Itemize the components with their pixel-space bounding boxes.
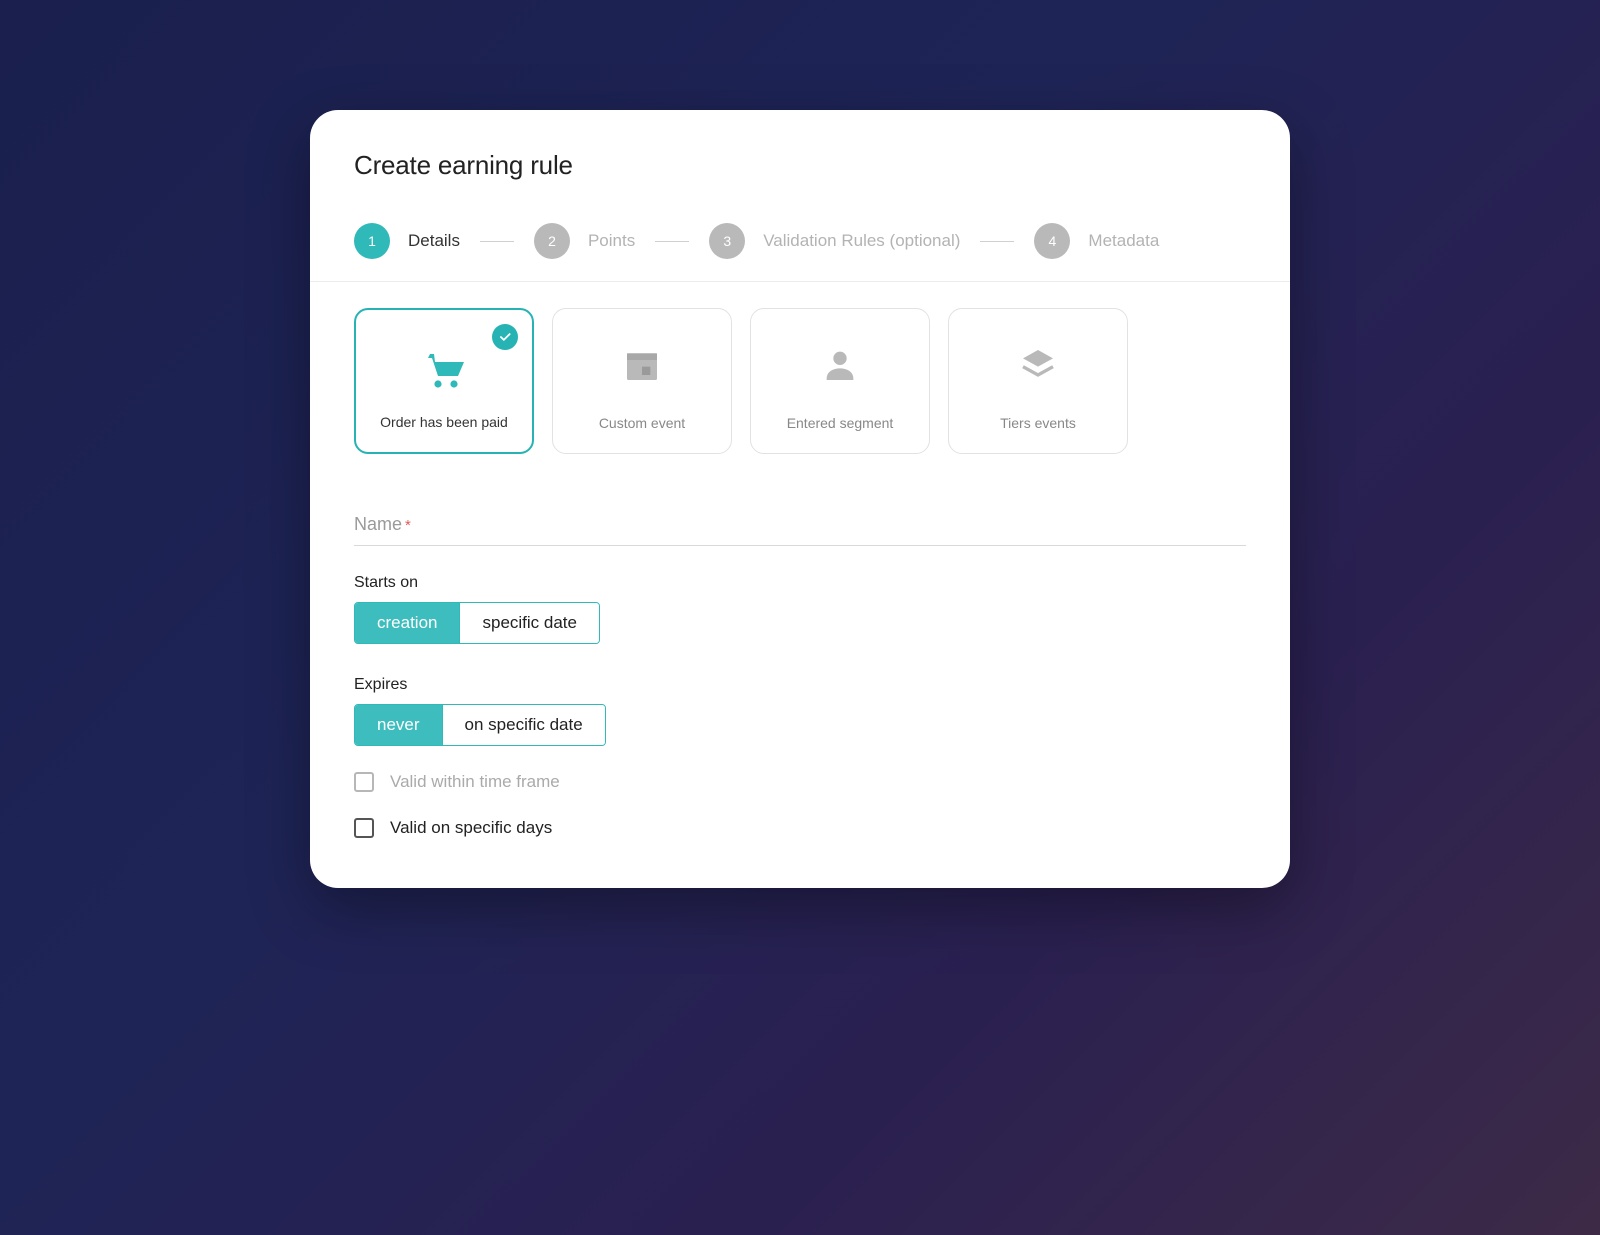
valid-time-frame-label: Valid within time frame — [390, 772, 560, 792]
name-input[interactable]: Name * — [354, 508, 1246, 546]
expires-toggle: never on specific date — [354, 704, 606, 746]
expires-label: Expires — [354, 676, 1246, 694]
type-card-tiers-events[interactable]: Tiers events — [948, 308, 1128, 454]
type-card-label: Tiers events — [1000, 415, 1076, 431]
step-validation-rules[interactable]: 3 Validation Rules (optional) — [709, 223, 960, 259]
expires-specific-date-button[interactable]: on specific date — [442, 705, 605, 745]
step-label-1: Details — [408, 231, 460, 251]
name-label: Name — [354, 514, 402, 535]
person-icon — [751, 345, 929, 385]
valid-specific-days-label: Valid on specific days — [390, 818, 552, 838]
divider — [310, 281, 1290, 282]
step-connector — [980, 241, 1014, 242]
cart-icon — [356, 346, 532, 394]
step-label-3: Validation Rules (optional) — [763, 231, 960, 251]
starts-on-creation-button[interactable]: creation — [355, 603, 459, 643]
starts-on-toggle: creation specific date — [354, 602, 600, 644]
expires-never-button[interactable]: never — [355, 705, 442, 745]
stepper: 1 Details 2 Points 3 Validation Rules (o… — [354, 223, 1246, 259]
valid-specific-days-row[interactable]: Valid on specific days — [354, 818, 1246, 838]
type-card-label: Custom event — [599, 415, 685, 431]
step-points[interactable]: 2 Points — [534, 223, 635, 259]
modal-card: Create earning rule 1 Details 2 Points 3… — [310, 110, 1290, 888]
type-card-order-paid[interactable]: Order has been paid — [354, 308, 534, 454]
type-card-entered-segment[interactable]: Entered segment — [750, 308, 930, 454]
step-details[interactable]: 1 Details — [354, 223, 460, 259]
checkbox-icon[interactable] — [354, 772, 374, 792]
checkbox-icon[interactable] — [354, 818, 374, 838]
step-connector — [480, 241, 514, 242]
required-indicator: * — [405, 517, 411, 534]
step-label-4: Metadata — [1088, 231, 1159, 251]
step-label-2: Points — [588, 231, 635, 251]
step-number-3: 3 — [709, 223, 745, 259]
calendar-icon — [553, 345, 731, 385]
step-metadata[interactable]: 4 Metadata — [1034, 223, 1159, 259]
rule-type-cards: Order has been paid Custom event Entered… — [354, 308, 1246, 454]
step-connector — [655, 241, 689, 242]
starts-on-specific-date-button[interactable]: specific date — [459, 603, 599, 643]
starts-on-label: Starts on — [354, 574, 1246, 592]
type-card-custom-event[interactable]: Custom event — [552, 308, 732, 454]
step-number-4: 4 — [1034, 223, 1070, 259]
type-card-label: Order has been paid — [380, 414, 508, 430]
step-number-2: 2 — [534, 223, 570, 259]
step-number-1: 1 — [354, 223, 390, 259]
layers-icon — [949, 345, 1127, 385]
page-title: Create earning rule — [354, 150, 1246, 181]
type-card-label: Entered segment — [787, 415, 894, 431]
valid-time-frame-row[interactable]: Valid within time frame — [354, 772, 1246, 792]
